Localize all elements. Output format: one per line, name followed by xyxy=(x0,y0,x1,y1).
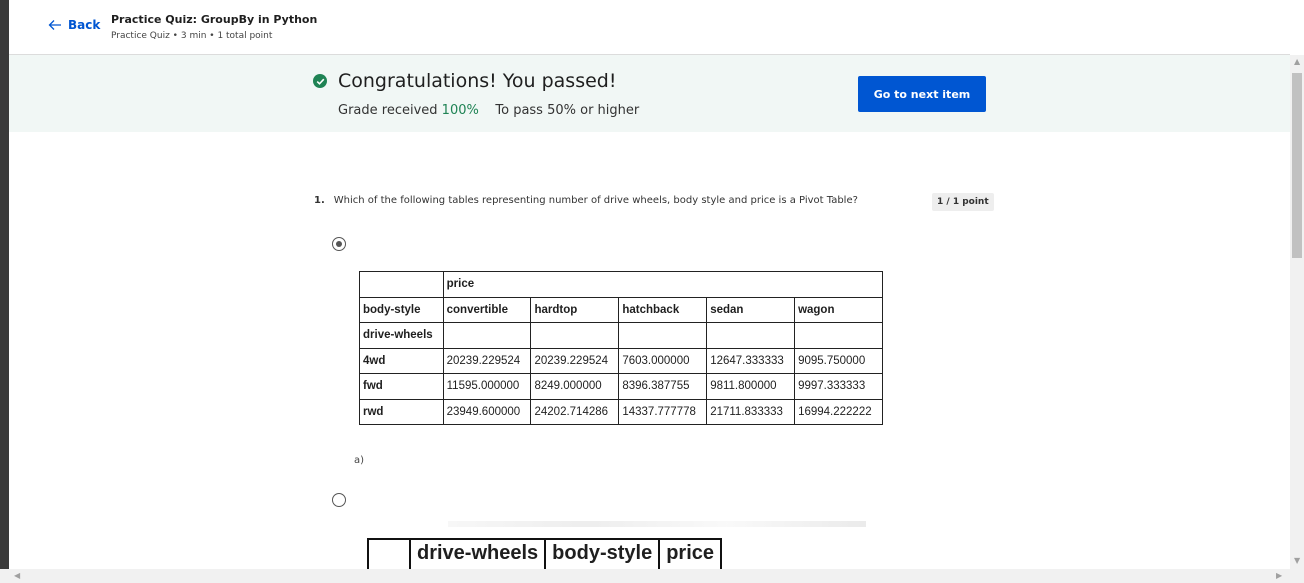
table-column-header: hardtop xyxy=(530,296,620,323)
table-row-key: fwd xyxy=(359,373,444,400)
table-row-key: rwd xyxy=(359,398,444,425)
table-column-index-name: body-style xyxy=(359,296,444,323)
check-circle-icon xyxy=(313,74,327,88)
page-meta: Practice Quiz • 3 min • 1 total point xyxy=(111,31,273,41)
table-cell: 24202.714286 xyxy=(530,398,620,425)
table-cell: 23949.600000 xyxy=(442,398,532,425)
table-empty-cell xyxy=(706,322,796,349)
table-column-row: body-style convertible hardtop hatchback sed… xyxy=(359,296,883,323)
table-cell: 12647.333333 xyxy=(706,347,796,374)
scroll-down-icon[interactable]: ▼ xyxy=(1294,556,1300,565)
table-column-header: convertible xyxy=(442,296,532,323)
table-cell: 20239.229524 xyxy=(442,347,532,374)
scroll-up-icon[interactable]: ▲ xyxy=(1294,57,1300,66)
table-column-header: wagon xyxy=(794,296,883,323)
table-top-header: price xyxy=(442,271,884,298)
table-row-key: 4wd xyxy=(359,347,444,374)
table-cell: 7603.000000 xyxy=(618,347,708,374)
option-a-radio[interactable] xyxy=(332,237,346,251)
table-index-row: drive-wheels xyxy=(359,322,883,349)
table-row: 4wd 20239.229524 20239.229524 7603.000000 12… xyxy=(359,347,883,374)
grade-label: Grade received xyxy=(338,103,438,118)
table-row-index-name: drive-wheels xyxy=(359,322,444,349)
window-edge xyxy=(0,0,9,583)
table-empty-cell xyxy=(794,322,883,349)
points-badge: 1 / 1 point xyxy=(932,193,994,211)
scroll-right-icon[interactable]: ▶ xyxy=(1276,571,1282,580)
table-cell: 9997.333333 xyxy=(794,373,883,400)
question-text: 1. Which of the following tables represen… xyxy=(314,195,858,206)
image-fragment xyxy=(448,521,866,527)
table-header-row: price xyxy=(359,271,884,298)
table-cell: 14337.777778 xyxy=(618,398,708,425)
table-cell: 20239.229524 xyxy=(530,347,620,374)
scroll-left-icon[interactable]: ◀ xyxy=(14,571,20,580)
table-corner-cell xyxy=(359,271,444,298)
result-banner: Congratulations! You passed! Grade recei… xyxy=(9,55,1290,132)
table-empty-cell xyxy=(618,322,708,349)
question-number: 1. xyxy=(314,195,325,206)
table-cell: 8249.000000 xyxy=(530,373,620,400)
table-column-header: sedan xyxy=(706,296,796,323)
question-body: Which of the following tables representi… xyxy=(333,195,858,206)
pass-threshold: To pass 50% or higher xyxy=(495,103,640,118)
horizontal-scrollbar[interactable] xyxy=(0,569,1304,583)
table-cell: 8396.387755 xyxy=(618,373,708,400)
arrow-left-icon xyxy=(48,20,61,30)
pass-title: Congratulations! You passed! xyxy=(338,70,617,92)
table-cell: 11595.000000 xyxy=(442,373,532,400)
table-column-header: hatchback xyxy=(618,296,708,323)
table-empty-cell xyxy=(530,322,620,349)
option-a-label: a) xyxy=(354,455,365,466)
back-label[interactable]: Back xyxy=(68,18,100,32)
scrollbar-thumb[interactable] xyxy=(1292,73,1302,258)
table-row: fwd 11595.000000 8249.000000 8396.387755 981… xyxy=(359,373,883,400)
table-cell: 9095.750000 xyxy=(794,347,883,374)
page-title: Practice Quiz: GroupBy in Python xyxy=(111,13,318,26)
table-empty-cell xyxy=(442,322,532,349)
next-item-button[interactable]: Go to next item xyxy=(858,76,986,112)
pivot-table-option-a: price body-style convertible hardtop hatchba… xyxy=(359,271,884,425)
breadcrumb: Practice Quiz: GroupBy in Python Practic… xyxy=(111,13,317,41)
back-button[interactable]: Back xyxy=(48,18,100,32)
table-row: rwd 23949.600000 24202.714286 14337.777778 2… xyxy=(359,398,883,425)
grade-row: Grade received 100% To pass 50% or highe… xyxy=(338,103,639,118)
table-cell: 9811.800000 xyxy=(706,373,796,400)
top-header: Back Practice Quiz: GroupBy in Python Pr… xyxy=(9,0,1290,55)
pass-row: Congratulations! You passed! xyxy=(313,70,616,92)
table-cell: 21711.833333 xyxy=(706,398,796,425)
grade-value: 100% xyxy=(441,103,479,118)
option-b-radio[interactable] xyxy=(332,493,346,507)
table-cell: 16994.222222 xyxy=(794,398,883,425)
